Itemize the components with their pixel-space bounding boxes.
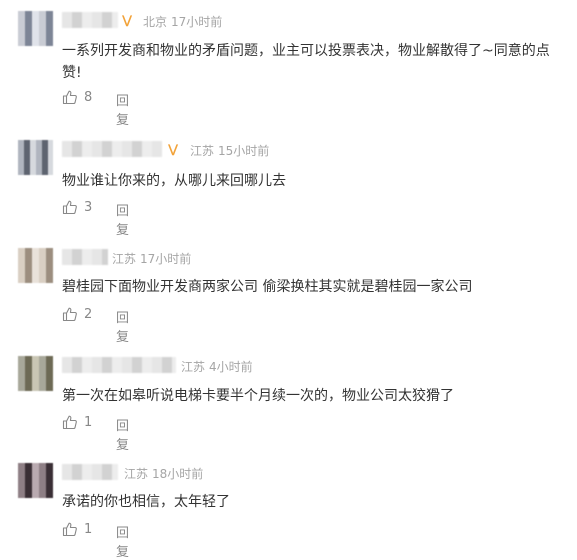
comment-time: 17小时前 (171, 15, 223, 29)
thumbs-up-icon (62, 90, 77, 105)
avatar[interactable] (18, 140, 53, 175)
like-count: 3 (84, 199, 93, 215)
avatar[interactable] (18, 356, 53, 391)
thumbs-up-icon (62, 415, 77, 430)
reply-button[interactable]: 回复 (116, 90, 129, 128)
like-count: 2 (84, 306, 93, 322)
like-button[interactable]: 8 (62, 89, 92, 105)
comment-location: 北京 (143, 15, 168, 29)
reply-button[interactable]: 回复 (116, 522, 129, 560)
like-button[interactable]: 1 (62, 414, 92, 430)
like-button[interactable]: 2 (62, 306, 92, 322)
comment-meta: 江苏 18小时前 (124, 465, 203, 482)
comment-time: 17小时前 (140, 252, 192, 266)
comment-location: 江苏 (181, 360, 206, 374)
vip-badge-icon: ⋁ (122, 13, 133, 27)
username-blurred[interactable] (62, 141, 162, 157)
comment-meta: 江苏 17小时前 (112, 250, 191, 267)
username-blurred[interactable] (62, 12, 118, 28)
comment-text: 第一次在如皋听说电梯卡要半个月续一次的，物业公司太狡猾了 (62, 388, 454, 404)
like-button[interactable]: 1 (62, 521, 92, 537)
comment-text: 碧桂园下面物业开发商两家公司 偷梁换柱其实就是碧桂园一家公司 (62, 279, 473, 295)
username-blurred[interactable] (62, 249, 108, 265)
comment-meta: 江苏 4小时前 (181, 358, 253, 375)
comment-meta: 北京 17小时前 (143, 13, 222, 30)
thumbs-up-icon (62, 522, 77, 537)
comment-time: 4小时前 (209, 360, 253, 374)
comment-meta: 江苏 15小时前 (190, 142, 269, 159)
comment-location: 江苏 (190, 144, 215, 158)
comment-location: 江苏 (124, 467, 149, 481)
comment-text: 物业谁让你来的，从哪儿来回哪儿去 (62, 173, 286, 189)
username-blurred[interactable] (62, 464, 118, 480)
username-blurred[interactable] (62, 357, 176, 373)
avatar[interactable] (18, 11, 53, 46)
reply-button[interactable]: 回复 (116, 200, 129, 238)
comment-text: 承诺的你也相信，太年轻了 (62, 494, 230, 510)
comment-text: 一系列开发商和物业的矛盾问题，业主可以投票表决，物业解散得了~同意的点赞! (62, 43, 550, 81)
comment-time: 18小时前 (152, 467, 204, 481)
comment-time: 15小时前 (218, 144, 270, 158)
like-count: 1 (84, 414, 93, 430)
vip-badge-icon: ⋁ (168, 142, 179, 156)
like-button[interactable]: 3 (62, 199, 92, 215)
avatar[interactable] (18, 248, 53, 283)
like-count: 1 (84, 521, 93, 537)
like-count: 8 (84, 89, 93, 105)
thumbs-up-icon (62, 307, 77, 322)
thumbs-up-icon (62, 200, 77, 215)
avatar[interactable] (18, 463, 53, 498)
reply-button[interactable]: 回复 (116, 415, 129, 453)
comment-location: 江苏 (112, 252, 137, 266)
reply-button[interactable]: 回复 (116, 307, 129, 345)
